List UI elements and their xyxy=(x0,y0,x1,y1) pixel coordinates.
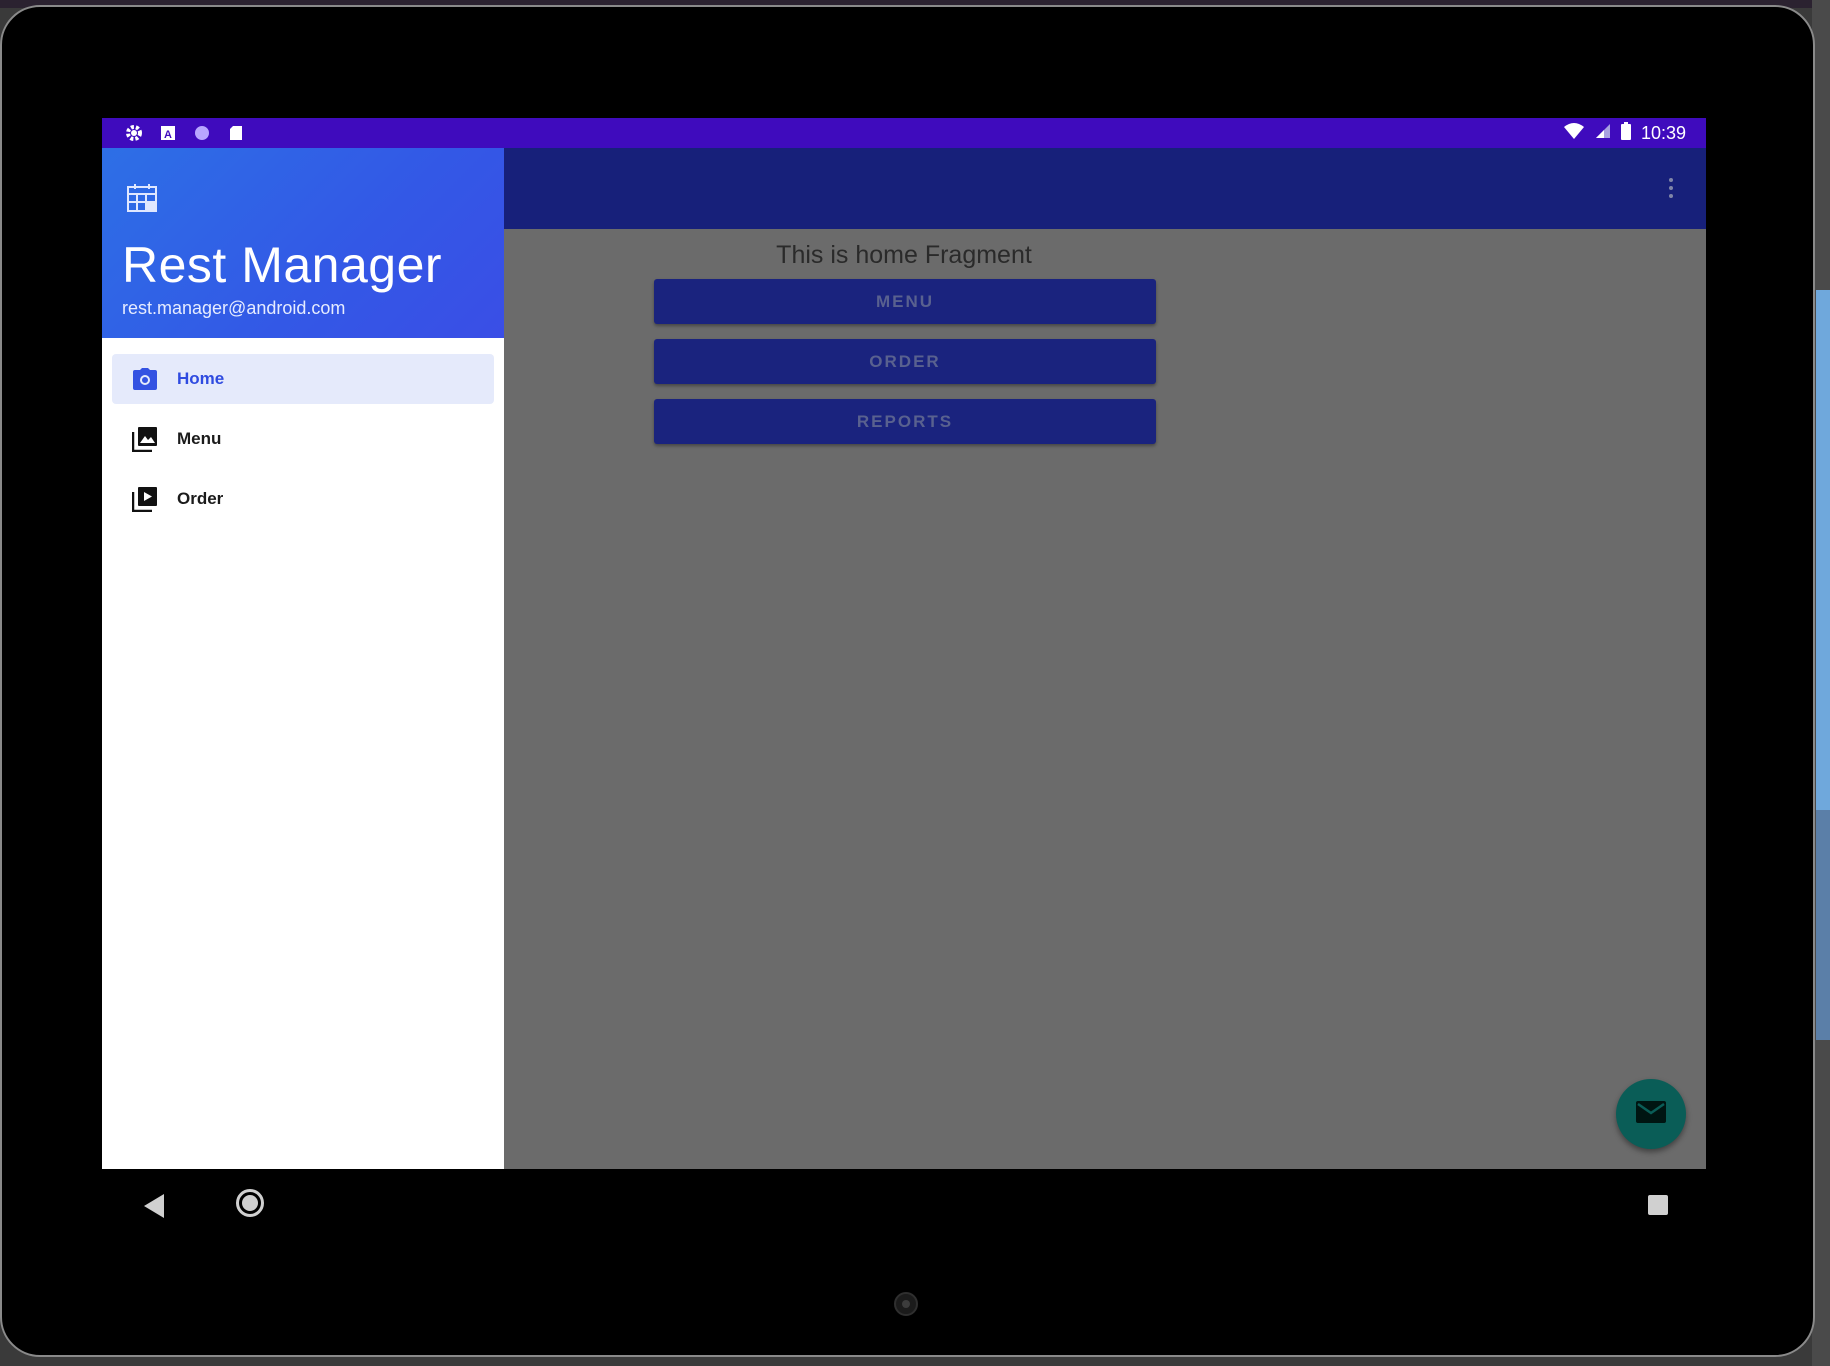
battery-icon xyxy=(1620,122,1631,145)
recents-icon[interactable] xyxy=(1648,1195,1668,1215)
status-bar: A 10:39 xyxy=(102,118,1706,148)
camera-icon xyxy=(132,366,158,392)
nav-item-label: Menu xyxy=(177,429,222,448)
email-fab[interactable] xyxy=(1616,1079,1686,1149)
nav-item-order[interactable]: Order xyxy=(112,474,494,524)
home-fragment-title: This is home Fragment xyxy=(776,241,1032,269)
nav-item-menu[interactable]: Menu xyxy=(112,414,494,464)
signal-icon xyxy=(1595,123,1611,144)
gallery-icon xyxy=(131,426,158,453)
gear-icon xyxy=(124,123,144,143)
menu-button[interactable]: MENU xyxy=(654,279,1156,324)
wifi-icon xyxy=(1563,122,1585,145)
order-button[interactable]: ORDER xyxy=(654,339,1156,384)
sd-card-icon xyxy=(226,123,246,143)
back-icon[interactable] xyxy=(142,1193,166,1224)
email-icon xyxy=(1636,1100,1666,1128)
home-icon[interactable] xyxy=(236,1189,264,1217)
device-screen: A 10:39 This is home Fragment MENU ORDER… xyxy=(102,118,1706,1246)
status-time: 10:39 xyxy=(1640,123,1686,143)
reports-button[interactable]: REPORTS xyxy=(654,399,1156,444)
app-bar xyxy=(504,148,1706,229)
circle-icon xyxy=(192,123,212,143)
nav-item-label: Home xyxy=(177,369,225,388)
nav-item-label: Order xyxy=(177,489,224,508)
app-title: Rest Manager xyxy=(122,237,443,293)
account-email: rest.manager@android.com xyxy=(122,298,346,318)
calendar-grid-icon xyxy=(126,182,158,214)
backdrop-window-strip xyxy=(1816,290,1830,810)
system-navigation-bar xyxy=(102,1169,1706,1246)
overflow-menu-icon[interactable] xyxy=(1666,176,1676,200)
navigation-drawer: Rest Manager rest.manager@android.com Ho… xyxy=(102,148,504,1169)
backdrop-window-strip xyxy=(1816,810,1830,1040)
nav-item-home[interactable]: Home xyxy=(112,354,494,404)
front-camera xyxy=(894,1292,918,1316)
svg-text:A: A xyxy=(164,129,172,141)
a-icon: A xyxy=(158,123,178,143)
slideshow-icon xyxy=(131,486,158,513)
home-fragment: This is home Fragment MENU ORDER REPORTS xyxy=(504,229,1706,1169)
status-system-icons: 10:39 xyxy=(1563,122,1686,145)
drawer-header: Rest Manager rest.manager@android.com xyxy=(102,148,504,338)
status-notification-icons: A xyxy=(124,123,246,143)
